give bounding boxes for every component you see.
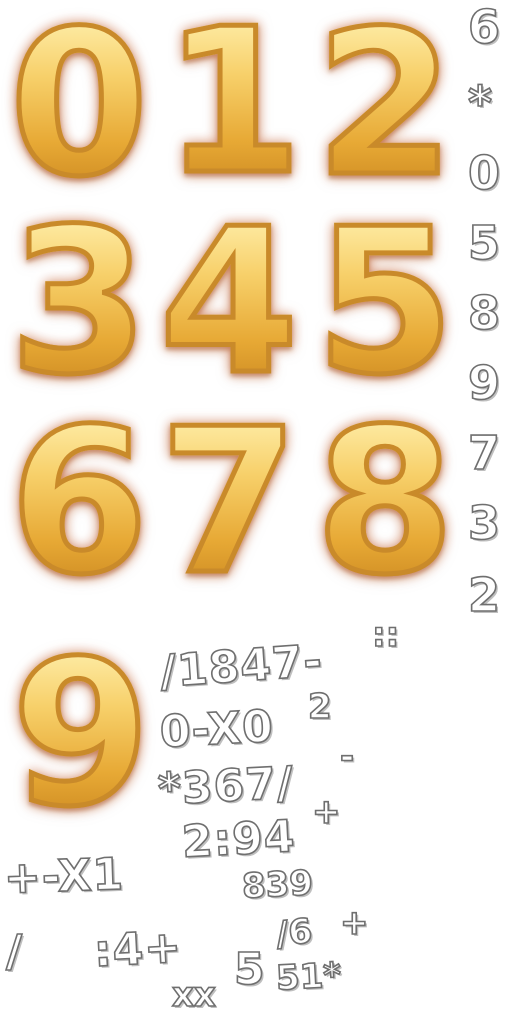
glyph-row-3-tail: - (339, 737, 355, 777)
gold-digit-2: 2 (313, 0, 457, 221)
white-glyph-col-3: 0 (467, 146, 501, 200)
glyph-row-5c-tail: + (339, 903, 369, 943)
glyph-row-4b: +-X1 (2, 848, 125, 905)
glyph-row-3: *367/ (156, 757, 296, 817)
gold-digit-1: 1 (161, 0, 305, 219)
white-glyph-col-6: 9 (467, 356, 501, 410)
white-glyph-col-2: * (467, 76, 493, 130)
sprite-sheet: 0 1 2 3 4 5 6 7 8 9 6 * 0 5 8 9 7 3 2 /1… (0, 0, 512, 1024)
gold-digit-3: 3 (7, 186, 151, 419)
white-glyph-col-5: 8 (467, 286, 501, 340)
glyph-row-5c: /6 (273, 910, 315, 955)
glyph-row-4a: 2:94 (180, 810, 298, 868)
glyph-row-2-sup: 2 (307, 687, 332, 727)
glyph-row-1: /1847- (158, 635, 326, 699)
glyph-row-2: 0-X0 (158, 700, 276, 758)
gold-digit-4: 4 (157, 186, 301, 419)
white-glyph-col-9: 2 (467, 568, 501, 622)
glyph-row-1-tail: :: (371, 615, 400, 655)
glyph-row-4c: 839 (240, 862, 315, 907)
gold-digit-0: 0 (7, 0, 151, 221)
glyph-row-5a: / (5, 926, 24, 977)
glyph-row-5e: 51* (274, 955, 343, 1000)
gold-digit-7: 7 (157, 386, 301, 619)
glyph-row-5f: xx (171, 975, 216, 1015)
gold-digit-9: 9 (9, 618, 153, 851)
glyph-row-4a-tail: + (311, 792, 341, 832)
white-glyph-col-7: 7 (467, 426, 501, 480)
gold-digit-6: 6 (7, 386, 151, 619)
white-glyph-col-8: 3 (467, 496, 501, 550)
glyph-row-5b: :4+ (92, 921, 184, 978)
gold-digit-8: 8 (313, 386, 457, 619)
white-glyph-col-4: 5 (467, 216, 501, 270)
gold-digit-5: 5 (313, 186, 457, 419)
glyph-row-5d: 5 (233, 944, 266, 995)
white-glyph-col-1: 6 (467, 0, 501, 54)
